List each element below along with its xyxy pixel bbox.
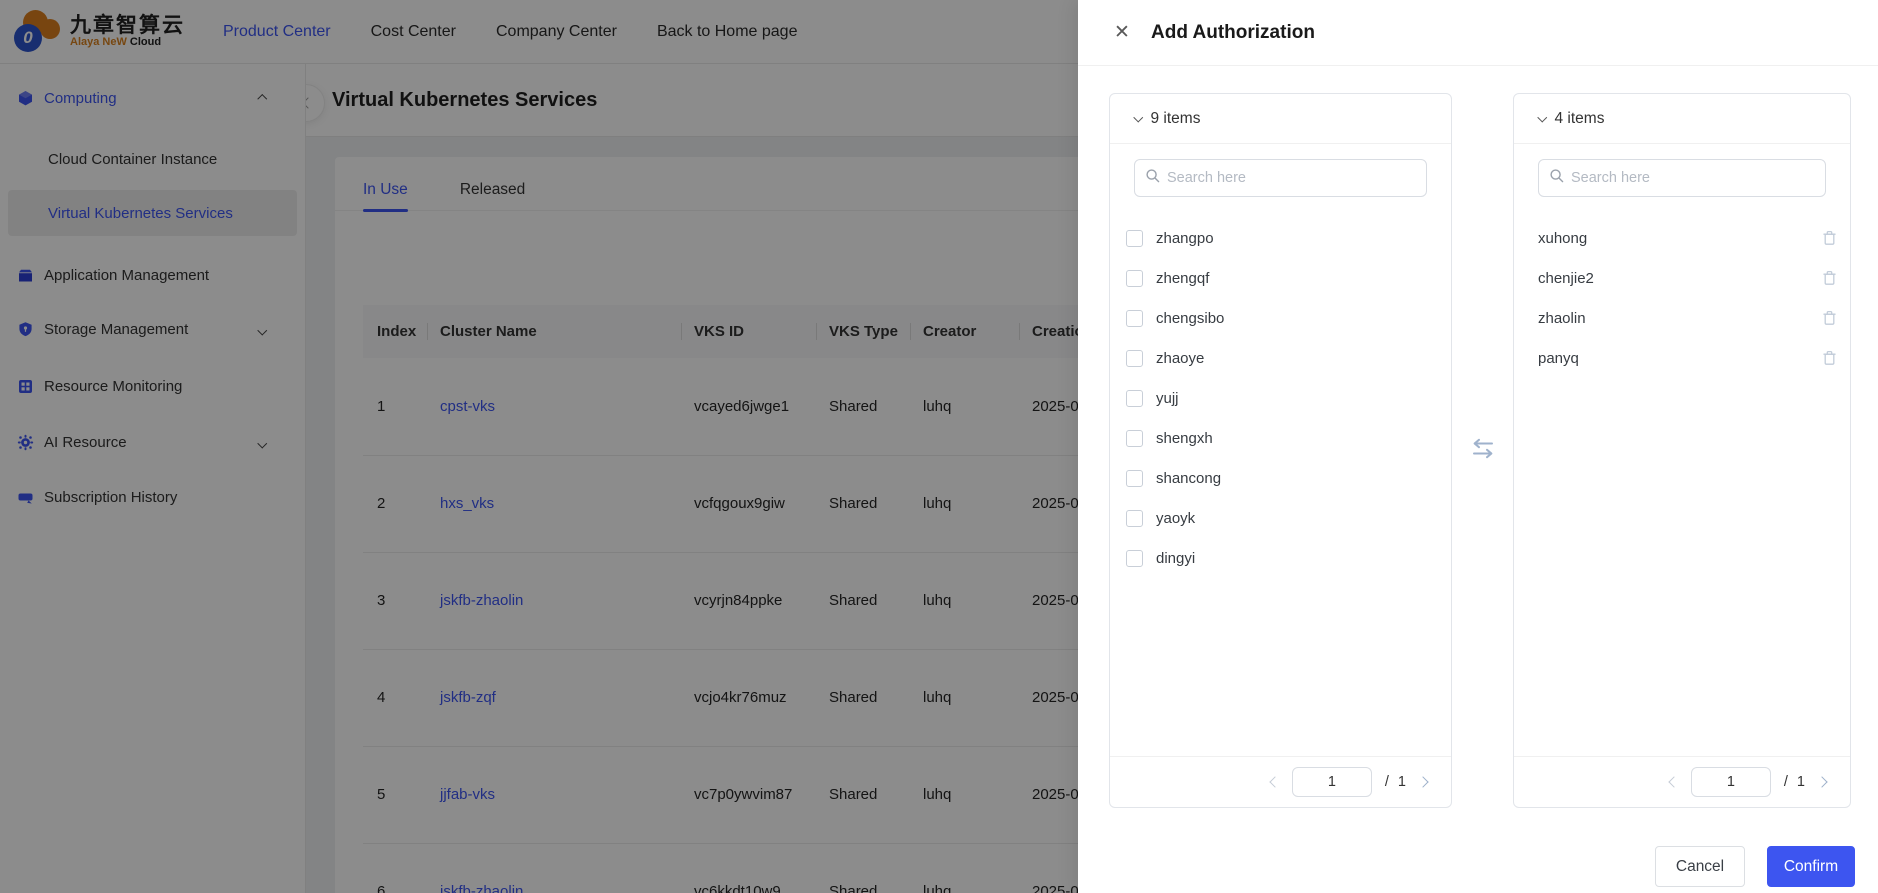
target-item-label: zhaolin — [1538, 309, 1586, 327]
source-count-header[interactable]: 9 items — [1110, 94, 1451, 144]
target-item-label: chenjie2 — [1538, 269, 1594, 287]
source-item-label: yaoyk — [1156, 509, 1196, 527]
next-page-icon[interactable] — [1816, 774, 1828, 790]
target-item: panyq — [1514, 338, 1850, 378]
checkbox[interactable] — [1126, 469, 1143, 487]
source-page-input[interactable] — [1291, 767, 1372, 797]
source-item: shengxh — [1110, 418, 1451, 458]
target-search-input[interactable] — [1571, 170, 1815, 186]
transfer-target-box: 4 items xuhong chenjie2 zhaolin panyq / 1 — [1513, 93, 1851, 808]
transfer-source-box: 9 items zhangpo zhengqf chengsibo zhaoye yuj… — [1109, 93, 1452, 808]
search-icon — [1549, 168, 1564, 188]
source-item-label: zhangpo — [1156, 229, 1214, 247]
add-authorization-drawer: ✕ Add Authorization 9 items zhangpo zheng… — [1078, 0, 1878, 893]
source-item: yaoyk — [1110, 498, 1451, 538]
source-item: yujj — [1110, 378, 1451, 418]
checkbox[interactable] — [1126, 389, 1143, 407]
confirm-button[interactable]: Confirm — [1767, 846, 1855, 887]
source-item: dingyi — [1110, 538, 1451, 578]
checkbox[interactable] — [1126, 309, 1143, 327]
prev-page-icon[interactable] — [1668, 774, 1680, 790]
drawer-header: ✕ Add Authorization — [1078, 0, 1878, 66]
target-item: xuhong — [1514, 218, 1850, 258]
chevron-down-icon — [1537, 112, 1547, 122]
source-pagination: / 1 — [1110, 756, 1451, 807]
prev-page-icon[interactable] — [1269, 774, 1281, 790]
source-item: zhengqf — [1110, 258, 1451, 298]
drawer-footer: Cancel Confirm — [1655, 846, 1855, 887]
source-item-label: zhaoye — [1156, 349, 1205, 367]
trash-icon[interactable] — [1822, 350, 1838, 367]
checkbox[interactable] — [1126, 429, 1143, 447]
checkbox[interactable] — [1126, 549, 1143, 567]
transfer-widget: 9 items zhangpo zhengqf chengsibo zhaoye yuj… — [1109, 93, 1851, 808]
checkbox[interactable] — [1126, 509, 1143, 527]
target-list: xuhong chenjie2 zhaolin panyq — [1514, 218, 1850, 378]
checkbox[interactable] — [1126, 269, 1143, 287]
trash-icon[interactable] — [1822, 270, 1838, 287]
target-item: chenjie2 — [1514, 258, 1850, 298]
source-item: chengsibo — [1110, 298, 1451, 338]
source-item-label: shancong — [1156, 469, 1222, 487]
target-count-header[interactable]: 4 items — [1514, 94, 1850, 144]
source-item-label: yujj — [1156, 389, 1179, 407]
transfer-middle — [1452, 93, 1513, 808]
drawer-mask[interactable] — [0, 0, 1078, 893]
trash-icon[interactable] — [1822, 230, 1838, 247]
close-icon[interactable]: ✕ — [1114, 21, 1134, 44]
target-pagination: / 1 — [1514, 756, 1850, 807]
checkbox[interactable] — [1126, 229, 1143, 247]
source-item: shancong — [1110, 458, 1451, 498]
source-item-label: chengsibo — [1156, 309, 1225, 327]
target-total-pages: 1 — [1796, 774, 1805, 790]
source-item-label: shengxh — [1156, 429, 1213, 447]
source-item-label: dingyi — [1156, 549, 1196, 567]
cancel-button[interactable]: Cancel — [1655, 846, 1745, 887]
source-item: zhaoye — [1110, 338, 1451, 378]
checkbox[interactable] — [1126, 349, 1143, 367]
target-item-label: panyq — [1538, 349, 1579, 367]
source-total-pages: 1 — [1397, 774, 1406, 790]
next-page-icon[interactable] — [1417, 774, 1429, 790]
source-item-label: zhengqf — [1156, 269, 1210, 287]
target-page-input[interactable] — [1690, 767, 1771, 797]
target-item: zhaolin — [1514, 298, 1850, 338]
source-item: zhangpo — [1110, 218, 1451, 258]
transfer-arrows-icon — [1471, 438, 1495, 464]
trash-icon[interactable] — [1822, 310, 1838, 327]
target-search — [1538, 159, 1826, 197]
source-list: zhangpo zhengqf chengsibo zhaoye yujj shengxh… — [1110, 218, 1451, 578]
source-search — [1134, 159, 1427, 197]
target-item-label: xuhong — [1538, 229, 1588, 247]
search-icon — [1145, 168, 1160, 188]
chevron-down-icon — [1133, 112, 1143, 122]
source-search-input[interactable] — [1167, 170, 1416, 186]
drawer-title: Add Authorization — [1151, 21, 1315, 43]
